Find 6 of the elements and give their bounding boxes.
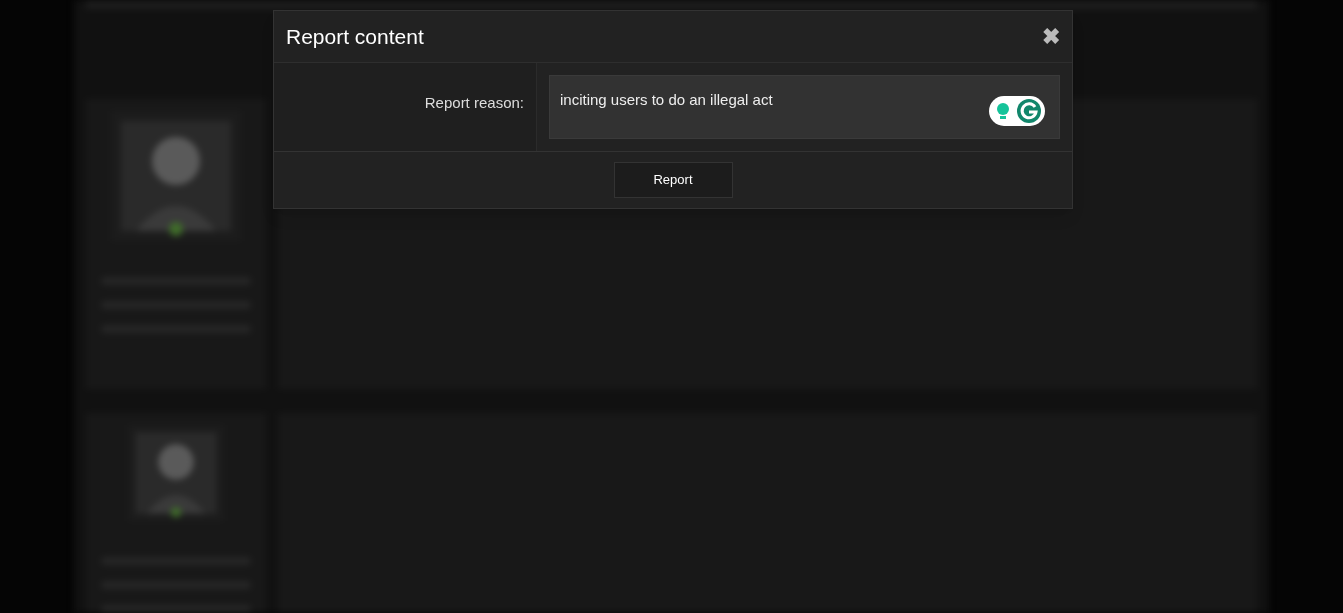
report-button[interactable]: Report (613, 162, 733, 198)
dialog-title: Report content (286, 23, 424, 50)
close-button[interactable]: ✖ (1042, 25, 1060, 48)
field-label: Report reason: (424, 93, 524, 113)
writing-assistant-icon[interactable] (989, 96, 1045, 126)
report-reason-field[interactable]: inciting users to do an illegal act (549, 75, 1060, 139)
